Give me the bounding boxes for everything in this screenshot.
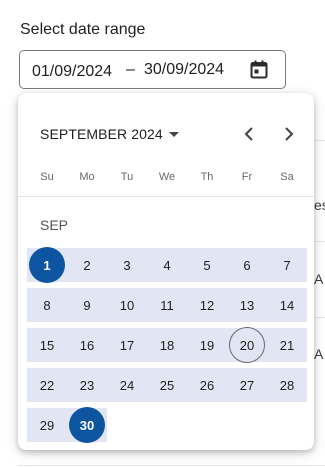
- day-cell[interactable]: 5: [189, 247, 225, 283]
- weekday-header: Su Mo Tu We Th Fr Sa: [27, 171, 307, 183]
- day-cell[interactable]: 14: [269, 287, 305, 323]
- chevron-right-icon: [285, 127, 294, 141]
- date-separator: –: [126, 61, 135, 78]
- weekday-label: We: [158, 171, 176, 183]
- day-cell[interactable]: 9: [69, 287, 105, 323]
- day-cell[interactable]: 23: [69, 367, 105, 403]
- background-text-fragment: A: [314, 271, 324, 287]
- background-text-fragment: A: [314, 346, 324, 362]
- day-cell[interactable]: 24: [109, 367, 145, 403]
- day-cell[interactable]: 15: [29, 327, 65, 363]
- day-cell-range-start[interactable]: 1: [29, 247, 65, 283]
- day-cell[interactable]: 18: [149, 327, 185, 363]
- calendar-popup: SEPTEMBER 2024 Su Mo Tu We Th Fr Sa SEP …: [18, 93, 314, 450]
- day-cell[interactable]: 26: [189, 367, 225, 403]
- end-date-input[interactable]: 30/09/2024: [144, 61, 224, 79]
- day-cell[interactable]: 12: [189, 287, 225, 323]
- weekday-label: Su: [40, 171, 54, 183]
- day-cell[interactable]: 17: [109, 327, 145, 363]
- weekday-label: Sa: [280, 171, 294, 183]
- background-text-fragment: es: [314, 197, 325, 213]
- calendar-icon[interactable]: [250, 60, 268, 79]
- background-divider: [18, 465, 325, 466]
- day-cell[interactable]: 13: [229, 287, 265, 323]
- day-cell[interactable]: 21: [269, 327, 305, 363]
- day-cell[interactable]: 3: [109, 247, 145, 283]
- day-cell[interactable]: 4: [149, 247, 185, 283]
- day-cell[interactable]: 19: [189, 327, 225, 363]
- day-cell[interactable]: 8: [29, 287, 65, 323]
- day-cell[interactable]: 2: [69, 247, 105, 283]
- previous-month-button[interactable]: [237, 122, 261, 146]
- month-year-selector[interactable]: SEPTEMBER 2024: [40, 126, 179, 142]
- day-cell[interactable]: 11: [149, 287, 185, 323]
- day-cell[interactable]: 28: [269, 367, 305, 403]
- day-cell-range-end[interactable]: 30: [69, 407, 105, 443]
- day-cell[interactable]: 25: [149, 367, 185, 403]
- day-cell[interactable]: 27: [229, 367, 265, 403]
- weekday-label: Mo: [79, 171, 95, 183]
- day-cell[interactable]: 6: [229, 247, 265, 283]
- day-cell[interactable]: 29: [29, 407, 65, 443]
- day-cell[interactable]: 22: [29, 367, 65, 403]
- start-date-input[interactable]: 01/09/2024: [32, 63, 112, 81]
- day-cell-today[interactable]: 20: [229, 327, 265, 363]
- calendar-divider: [18, 196, 314, 197]
- day-cell[interactable]: 10: [109, 287, 145, 323]
- weekday-label: Th: [200, 171, 214, 183]
- month-heading: SEP: [40, 217, 69, 233]
- month-year-label: SEPTEMBER 2024: [40, 126, 163, 142]
- next-month-button[interactable]: [277, 122, 301, 146]
- day-cell[interactable]: 7: [269, 247, 305, 283]
- caret-down-icon: [168, 131, 179, 137]
- date-range-label: Select date range: [20, 21, 146, 38]
- weekday-label: Fr: [241, 171, 253, 183]
- day-cell[interactable]: 16: [69, 327, 105, 363]
- weekday-label: Tu: [120, 171, 134, 183]
- date-range-field[interactable]: 01/09/2024 – 30/09/2024: [19, 50, 286, 89]
- chevron-left-icon: [244, 127, 253, 141]
